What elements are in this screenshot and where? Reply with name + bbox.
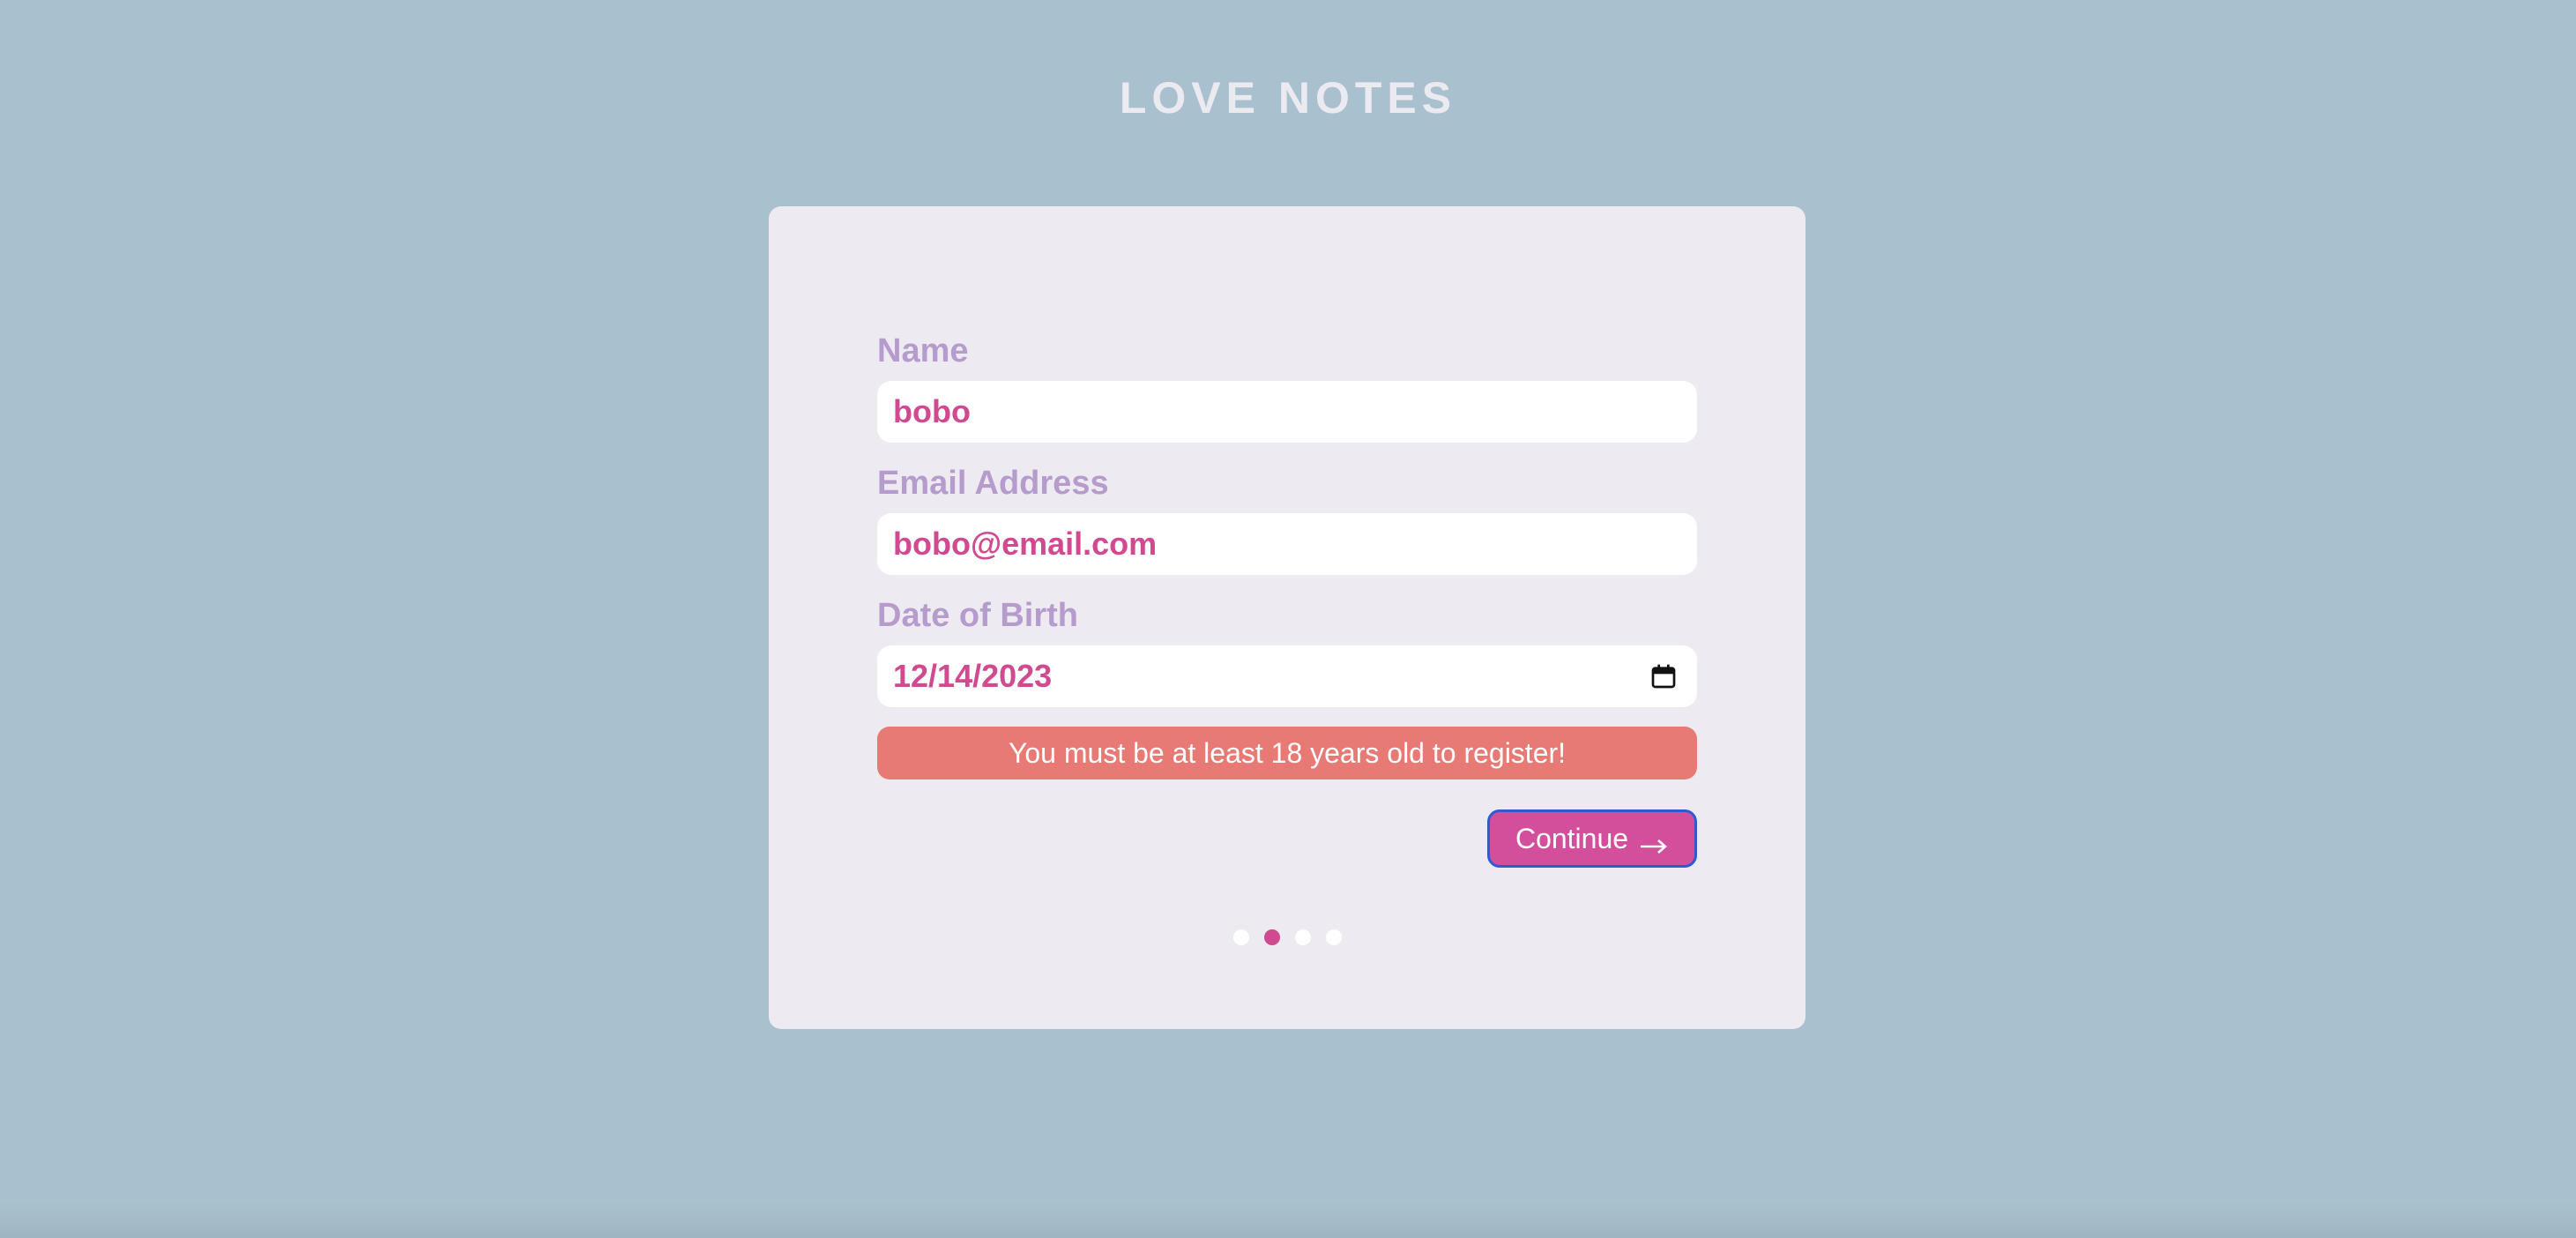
continue-button[interactable]: Continue	[1487, 809, 1697, 868]
dob-field-box	[877, 645, 1697, 707]
arrow-right-icon	[1639, 830, 1669, 854]
step-dot-2[interactable]	[1263, 929, 1280, 945]
app-title: LOVE NOTES	[1119, 73, 1457, 123]
name-input[interactable]	[877, 381, 1697, 443]
email-label: Email Address	[877, 465, 1109, 502]
step-indicator	[769, 929, 1805, 945]
calendar-icon[interactable]	[1649, 662, 1678, 690]
dob-input[interactable]	[877, 645, 1697, 707]
continue-label: Continue	[1515, 822, 1629, 854]
email-field-box	[877, 513, 1697, 575]
step-dot-1[interactable]	[1232, 929, 1249, 945]
step-dot-4[interactable]	[1325, 929, 1342, 945]
background-shade	[0, 1203, 2576, 1238]
name-field-box	[877, 381, 1697, 443]
email-input[interactable]	[877, 513, 1697, 575]
registration-card: Name Email Address Date of Birth You mus…	[769, 206, 1805, 1029]
registration-form: Name Email Address Date of Birth You mus…	[877, 330, 1697, 868]
dob-label: Date of Birth	[877, 597, 1078, 634]
age-error-banner: You must be at least 18 years old to reg…	[877, 727, 1697, 779]
name-label: Name	[877, 332, 969, 369]
form-actions: Continue	[877, 809, 1697, 868]
step-dot-3[interactable]	[1294, 929, 1311, 945]
